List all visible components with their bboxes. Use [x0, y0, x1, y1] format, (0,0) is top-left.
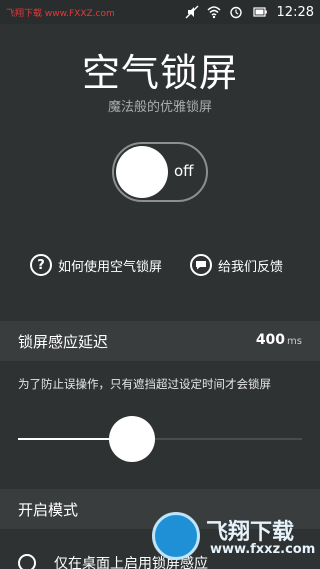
mute-icon	[185, 5, 198, 19]
delay-description: 为了防止误操作，只有遮挡超过设定时间才会锁屏	[18, 377, 271, 391]
watermark-badge-icon	[152, 512, 200, 560]
watermark-url: www.fxxz.com	[210, 542, 316, 557]
delay-section-title: 锁屏感应延迟	[18, 333, 109, 351]
status-time: 12:28	[276, 4, 314, 20]
delay-unit: ms	[287, 336, 302, 347]
toggle-knob[interactable]	[116, 146, 168, 198]
delay-number: 400	[255, 332, 286, 348]
watermark-logo: 飞翔下载 www.fxxz.com	[152, 510, 316, 566]
delay-slider-thumb[interactable]	[108, 416, 155, 462]
status-icons: 12:28	[185, 3, 314, 21]
alarm-icon	[229, 6, 242, 19]
delay-slider-track[interactable]	[18, 438, 302, 440]
delay-value: 400 ms	[256, 332, 302, 348]
feedback-label: 给我们反馈	[218, 259, 284, 275]
how-to-use-label: 如何使用空气锁屏	[58, 259, 163, 275]
battery-icon	[252, 7, 267, 17]
app-subtitle: 魔法般的优雅锁屏	[107, 100, 212, 115]
delay-section-header: 锁屏感应延迟 400 ms	[0, 321, 320, 361]
question-icon: ?	[30, 254, 52, 276]
how-to-use-link[interactable]: ? 如何使用空气锁屏	[30, 253, 162, 277]
feedback-link[interactable]: 给我们反馈	[190, 253, 283, 277]
lock-screen-toggle[interactable]: off	[112, 142, 208, 202]
toggle-state-label: off	[174, 162, 194, 180]
statusbar-watermark: 飞翔下载 www.FXXZ.com	[6, 9, 115, 19]
chat-bubble-icon	[190, 254, 212, 276]
app-title: 空气锁屏	[81, 51, 238, 95]
status-bar: 飞翔下载 www.FXXZ.com 12:28	[0, 0, 320, 24]
mode-section-title: 开启模式	[18, 501, 79, 519]
wifi-icon	[207, 6, 221, 19]
radio-button[interactable]	[18, 554, 36, 569]
